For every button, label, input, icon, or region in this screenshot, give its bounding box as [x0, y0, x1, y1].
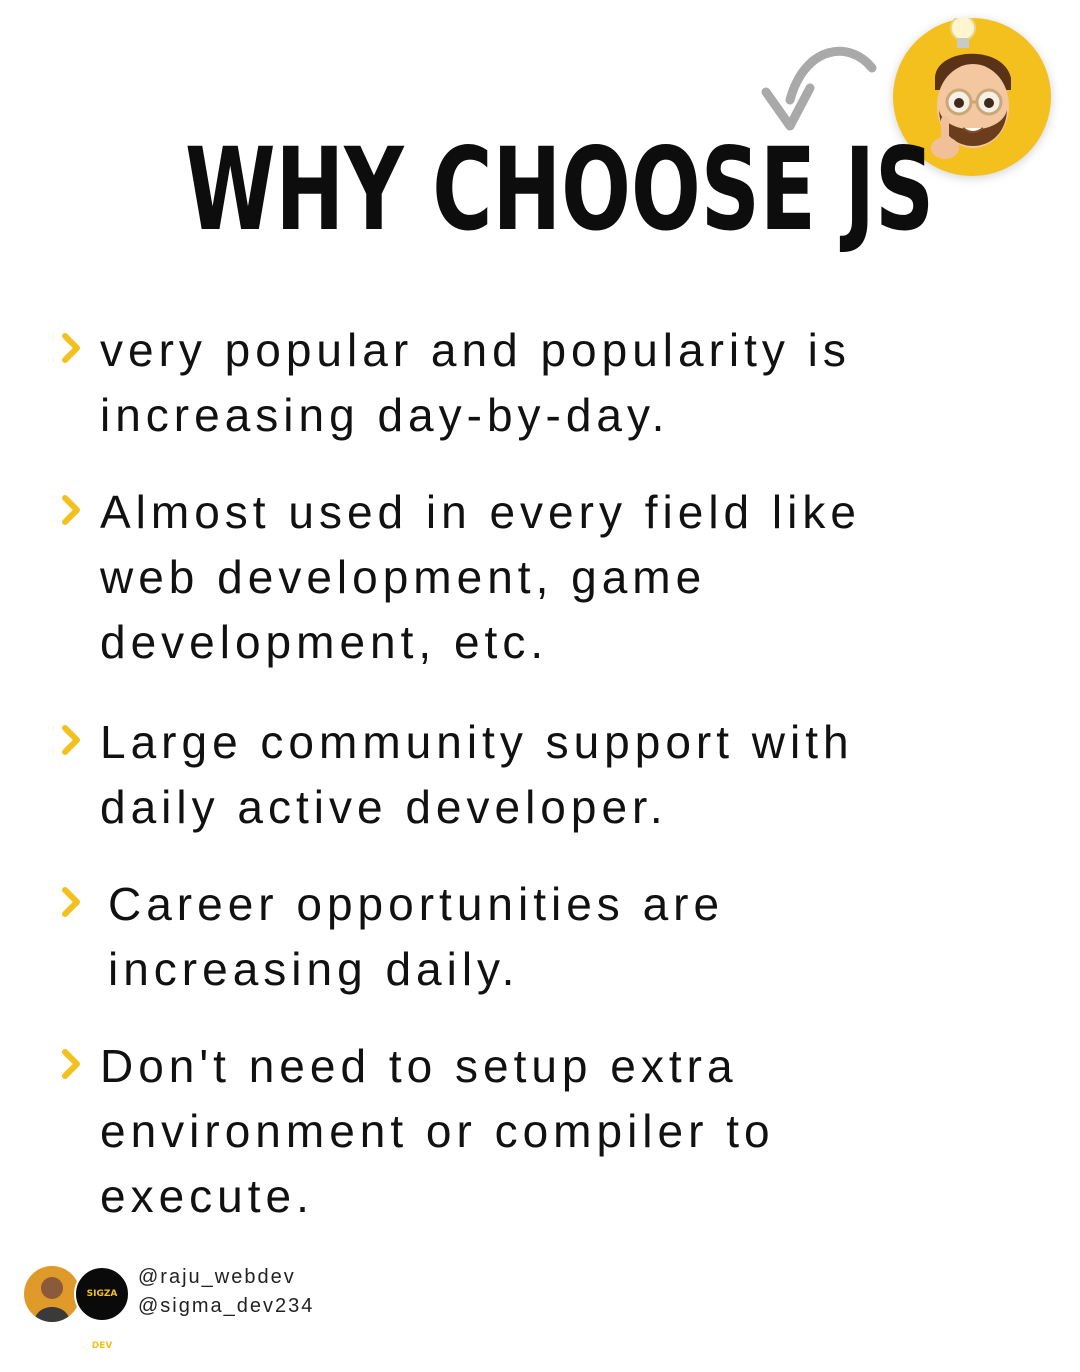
- chevron-right-icon: [62, 333, 80, 363]
- page-title: WHY CHOOSE JS: [185, 123, 935, 256]
- handle-sigma[interactable]: @sigma_dev234: [138, 1295, 314, 1318]
- list-item-line: Almost used in every field like: [100, 486, 861, 538]
- list-item: Large community support with daily active…: [58, 710, 1018, 840]
- list-item-line: execute.: [100, 1170, 314, 1222]
- list-item-line: Don't need to setup extra: [100, 1040, 738, 1092]
- curved-arrow-icon: [761, 46, 877, 131]
- list-item-line: daily active developer.: [100, 781, 668, 833]
- list-item-line: Career opportunities are: [108, 878, 725, 930]
- list-item-line: very popular and popularity is: [100, 324, 851, 376]
- list-item: Almost used in every field like web devel…: [58, 480, 1018, 675]
- list-item-text: very popular and popularity is increasing…: [100, 318, 1018, 448]
- list-item-text: Large community support with daily active…: [100, 710, 1018, 840]
- sigma-dev-badge: SIGZA DEV: [74, 1266, 130, 1351]
- list-item-text: Almost used in every field like web devel…: [100, 480, 1018, 675]
- chevron-right-icon: [62, 1049, 80, 1079]
- list-item-text: Career opportunities are increasing daily…: [108, 872, 1018, 1002]
- list-item-line: web development, game: [100, 551, 707, 603]
- list-item-line: increasing day-by-day.: [100, 389, 670, 441]
- list-item-line: development, etc.: [100, 616, 549, 668]
- list-item-line: environment or compiler to: [100, 1105, 775, 1157]
- list-item-text: Don't need to setup extra environment or …: [100, 1034, 1018, 1229]
- list-item: Career opportunities are increasing daily…: [58, 872, 1018, 1002]
- list-item-line: Large community support with: [100, 716, 854, 768]
- footer: SIGZA DEV @raju_webdev @sigma_dev234: [24, 1264, 524, 1351]
- chevron-right-icon: [62, 725, 80, 755]
- handle-raju[interactable]: @raju_webdev: [138, 1266, 296, 1289]
- chevron-right-icon: [62, 887, 80, 917]
- author-avatar: [24, 1266, 80, 1322]
- list-item-line: increasing daily.: [108, 943, 520, 995]
- list-item: Don't need to setup extra environment or …: [58, 1034, 1018, 1229]
- chevron-right-icon: [62, 495, 80, 525]
- list-item: very popular and popularity is increasing…: [58, 318, 1018, 448]
